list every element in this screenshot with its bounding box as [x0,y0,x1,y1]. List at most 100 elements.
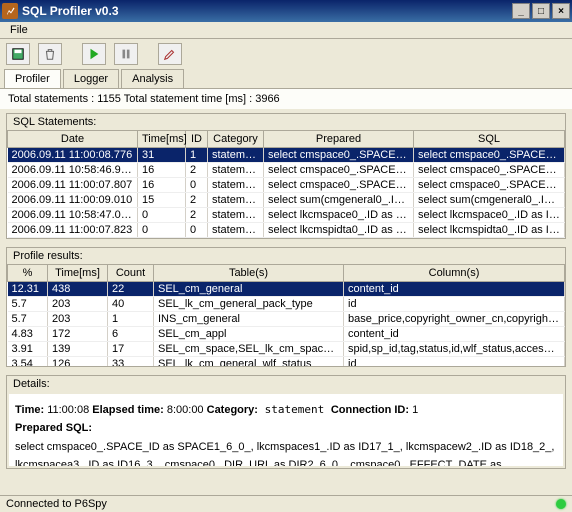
column-header[interactable]: Prepared [264,131,414,148]
profile-results-panel: Profile results: %Time[ms]CountTable(s)C… [6,247,566,367]
table-cell: 6 [108,327,154,342]
table-row[interactable]: 4.831726SEL_cm_applcontent_id [8,327,565,342]
time-value: 11:00:08 [44,404,92,416]
menu-file[interactable]: File [4,22,34,38]
table-row[interactable]: 12.3143822SEL_cm_generalcontent_id [8,282,565,297]
table-row[interactable]: 2006.09.11 11:00:07.807160statementselec… [8,178,565,193]
app-icon [2,3,18,19]
column-header[interactable]: % [8,265,48,282]
column-header[interactable]: Time[ms] [138,131,186,148]
edit-button[interactable] [158,43,182,65]
profile-table[interactable]: %Time[ms]CountTable(s)Column(s) 12.31438… [7,264,565,366]
table-cell: 0 [186,223,208,238]
table-row[interactable]: 2006.09.11 11:00:08.776311statementselec… [8,148,565,163]
table-cell: select cmspace0_.SPACE_ID as SP... [264,178,414,193]
play-button[interactable] [82,43,106,65]
table-row[interactable]: 3.9113917SEL_cm_space,SEL_lk_cm_space_st… [8,342,565,357]
table-cell: content_id [344,282,565,297]
pause-button[interactable] [114,43,138,65]
table-row[interactable]: 2006.09.11 10:58:46.948162statementselec… [8,163,565,178]
table-cell: select lkcmspidta0_.ID as ID20_0_, lkc..… [414,238,565,239]
table-cell: 22 [108,282,154,297]
table-cell: 126 [48,357,108,367]
column-header[interactable]: Time[ms] [48,265,108,282]
details-body[interactable]: Time: 11:00:08 Elapsed time: 8:00:00 Cat… [9,394,563,466]
table-cell: select lkcmspace0_.ID as ID17_0_, l... [414,208,565,223]
table-cell: 33 [108,357,154,367]
status-led-icon [556,499,566,509]
table-cell: 2 [186,193,208,208]
table-cell: statement [208,148,264,163]
table-cell: 438 [48,282,108,297]
details-title: Details: [7,376,565,392]
column-header[interactable]: Category [208,131,264,148]
table-cell: select cmspace0_.SPACE_ID as SP... [264,148,414,163]
save-button[interactable] [6,43,30,65]
table-cell: id [344,297,565,312]
table-cell: select sum(cmgeneral0_.ITEM_SIZE) as... [414,193,565,208]
toolbar [0,39,572,69]
profile-panel-title: Profile results: [7,248,565,264]
column-header[interactable]: SQL [414,131,565,148]
table-cell: base_price,copyright_owner_cn,copyright_… [344,312,565,327]
table-row[interactable]: 2006.09.11 11:00:07.82300statementselect… [8,223,565,238]
table-cell: 16 [138,163,186,178]
table-cell: 2006.09.11 11:00:07.807 [8,178,138,193]
table-cell: select cmspace0_.SPACE_ID as SPAC... [414,148,565,163]
table-row[interactable]: 2006.09.11 10:58:47.07302statementselect… [8,208,565,223]
tab-bar: Profiler Logger Analysis [0,69,572,88]
column-header[interactable]: Date [8,131,138,148]
tab-profiler[interactable]: Profiler [4,69,61,88]
maximize-button[interactable]: □ [532,3,550,19]
table-cell: select lkcmspidta0_.ID as ID20_0_, li... [414,223,565,238]
table-cell: statement [208,178,264,193]
table-cell: 5.7 [8,297,48,312]
sql-panel-title: SQL Statements: [7,114,565,130]
table-cell: statement [208,238,264,239]
table-row[interactable]: 2006.09.11 11:00:09.010152statementselec… [8,193,565,208]
column-header[interactable]: ID [186,131,208,148]
sql-table[interactable]: DateTime[ms]IDCategoryPreparedSQL 2006.0… [7,130,565,238]
table-cell: SEL_lk_cm_general_wlf_status [154,357,344,367]
table-cell: INS_cm_general [154,312,344,327]
category-value: statement [258,403,331,416]
sql-table-scroll[interactable]: DateTime[ms]IDCategoryPreparedSQL 2006.0… [7,130,565,238]
connid-label: Connection ID: [331,404,409,416]
prepared-sql: select cmspace0_.SPACE_ID as SPACE1_6_0_… [15,441,554,466]
table-cell: id [344,357,565,367]
minimize-button[interactable]: _ [512,3,530,19]
table-cell: 1 [186,238,208,239]
table-cell: 40 [108,297,154,312]
profile-table-scroll[interactable]: %Time[ms]CountTable(s)Column(s) 12.31438… [7,264,565,366]
table-cell: select cmspace0_.SPACE_ID as SPAC... [414,178,565,193]
time-label: Time: [15,404,44,416]
connid-value: 1 [409,404,418,416]
column-header[interactable]: Count [108,265,154,282]
table-cell: SEL_cm_appl [154,327,344,342]
tab-logger[interactable]: Logger [63,69,119,88]
close-button[interactable]: × [552,3,570,19]
stats-line: Total statements : 1155 Total statement … [0,88,572,109]
table-row[interactable]: 5.720340SEL_lk_cm_general_pack_typeid [8,297,565,312]
table-cell: 2 [186,163,208,178]
table-cell: statement [208,193,264,208]
table-cell: select sum(cmgeneral0_.ITEM_SIZ... [264,193,414,208]
table-cell: 16 [138,178,186,193]
column-header[interactable]: Table(s) [154,265,344,282]
table-row[interactable]: 3.5412633SEL_lk_cm_general_wlf_statusid [8,357,565,367]
table-row[interactable]: 5.72031INS_cm_generalbase_price,copyrigh… [8,312,565,327]
menubar: File [0,22,572,39]
table-cell: select cmspace0_.SPACE_ID as SP... [264,163,414,178]
column-header[interactable]: Column(s) [344,265,565,282]
tab-analysis[interactable]: Analysis [121,69,184,88]
table-row[interactable]: 2006.09.11 11:00:08.79101statementselect… [8,238,565,239]
table-cell: 0 [138,208,186,223]
table-cell: 17 [108,342,154,357]
titlebar: SQL Profiler v0.3 _ □ × [0,0,572,22]
table-cell: statement [208,163,264,178]
table-cell: 2006.09.11 11:00:08.776 [8,148,138,163]
details-panel: Details: Time: 11:00:08 Elapsed time: 8:… [6,375,566,469]
table-cell: select lkcmspidta0_.ID as ID20_0... [264,223,414,238]
table-cell: 12.31 [8,282,48,297]
delete-button[interactable] [38,43,62,65]
